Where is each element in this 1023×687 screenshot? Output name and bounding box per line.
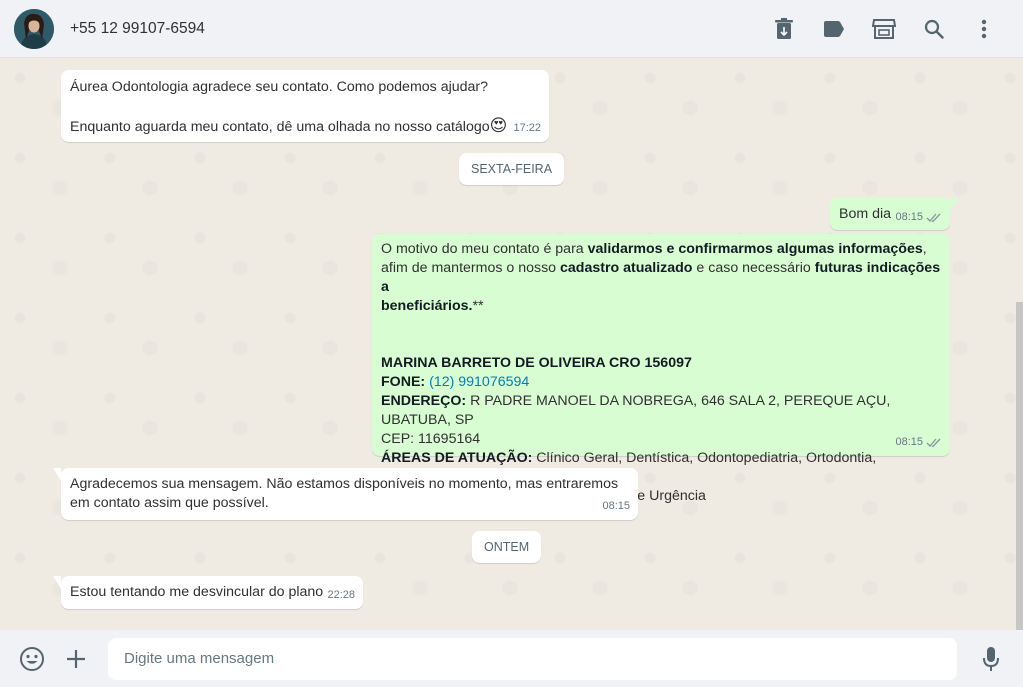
areas-label: ÁREAS DE ATUAÇÃO: — [381, 450, 533, 466]
message-text-line: Enquanto aguarda meu contato, dê uma olh… — [70, 119, 490, 135]
bubble-tail — [53, 468, 61, 481]
message-time: 22:28 — [327, 586, 355, 605]
delete-chat-button[interactable] — [759, 9, 809, 49]
text-run: afim de mantermos o nosso — [381, 260, 560, 276]
microphone-icon — [983, 646, 999, 671]
time-label: 08:15 — [895, 436, 923, 448]
message-time: 08:15 — [895, 433, 942, 452]
double-check-icon — [926, 438, 941, 447]
emoji-button[interactable] — [10, 637, 54, 681]
label-chat-button[interactable] — [809, 9, 859, 49]
chat-scrollbar[interactable] — [1016, 58, 1023, 630]
text-run-bold: beneficiários. — [381, 298, 473, 314]
attach-button[interactable] — [54, 637, 98, 681]
date-separator: ONTEM — [472, 531, 542, 563]
text-run: e caso necessário — [692, 260, 815, 276]
voice-message-button[interactable] — [969, 637, 1013, 681]
message-text: Estou tentando me desvincular do plano — [70, 584, 324, 600]
message-text: Agradecemos sua mensagem. Não estamos di… — [70, 476, 619, 492]
phone-label: FONE: — [381, 374, 426, 390]
text-run: O motivo do meu contato é para — [381, 241, 588, 257]
chat-header: +55 12 99107-6594 — [0, 0, 1023, 58]
text-run-bold: cadastro atualizado — [560, 260, 693, 276]
message-outgoing[interactable]: O motivo do meu contato é para validarmo… — [372, 234, 950, 504]
message-incoming[interactable]: Áurea Odontologia agradece seu contato. … — [61, 70, 549, 142]
bubble-tail — [53, 576, 61, 589]
message-text: ENDEREÇO: R PADRE MANOEL DA NOBREGA, 646… — [381, 392, 941, 430]
message-list[interactable]: Áurea Odontologia agradece seu contato. … — [0, 58, 1023, 630]
contact-avatar[interactable] — [14, 8, 54, 49]
text-run: , — [922, 241, 927, 257]
contact-name[interactable]: +55 12 99107-6594 — [70, 20, 205, 38]
search-icon — [924, 19, 944, 39]
catalog-store-icon — [872, 18, 896, 39]
catalog-button[interactable] — [859, 9, 909, 49]
date-label: SEXTA-FEIRA — [471, 162, 553, 176]
message-text: afim de mantermos o nosso cadastro atual… — [381, 259, 941, 297]
address-label: ENDEREÇO: — [381, 393, 467, 409]
label-icon — [824, 20, 844, 37]
text-run: ** — [472, 298, 484, 314]
message-text: MARINA BARRETO DE OLIVEIRA CRO 156097 — [381, 354, 941, 373]
scrollbar-thumb[interactable] — [1016, 302, 1023, 630]
bubble-tail — [950, 198, 958, 211]
message-outgoing[interactable]: Bom dia 08:15 — [830, 198, 958, 230]
message-input[interactable] — [124, 650, 941, 667]
date-separator: SEXTA-FEIRA — [459, 153, 565, 185]
menu-icon — [981, 19, 987, 38]
search-button[interactable] — [909, 9, 959, 49]
message-time: 17:22 — [513, 119, 541, 138]
message-incoming[interactable]: Estou tentando me desvincular do plano 2… — [53, 576, 363, 609]
message-text: beneficiários.** — [381, 297, 941, 316]
message-incoming[interactable]: Agradecemos sua mensagem. Não estamos di… — [53, 468, 638, 520]
message-input-wrapper — [108, 637, 957, 680]
phone-link[interactable]: (12) 991076594 — [429, 374, 529, 390]
time-label: 08:15 — [895, 211, 923, 223]
message-time: 08:15 — [895, 208, 942, 227]
text-run-bold: validarmos e confirmarmos algumas inform… — [587, 241, 923, 257]
message-text: FONE: (12) 991076594 — [381, 373, 941, 392]
emoji-icon — [20, 646, 44, 671]
menu-button[interactable] — [959, 9, 1009, 49]
time-label: 08:15 — [602, 500, 630, 512]
message-time: 08:15 — [602, 497, 630, 516]
archive-delete-icon — [775, 17, 793, 39]
message-text: em contato assim que possível. — [70, 495, 269, 511]
dentist-name: MARINA BARRETO DE OLIVEIRA CRO 156097 — [381, 355, 692, 371]
time-label: 17:22 — [513, 122, 541, 134]
header-actions — [759, 9, 1009, 49]
message-text: CEP: 11695164 — [381, 431, 481, 447]
composer — [0, 630, 1023, 687]
message-text: O motivo do meu contato é para validarmo… — [381, 240, 941, 259]
plus-icon — [67, 649, 85, 668]
heart-eyes-emoji-icon: 😍 — [489, 116, 508, 135]
time-label: 22:28 — [327, 589, 355, 601]
message-text: Áurea Odontologia agradece seu contato. … — [70, 79, 489, 95]
date-label: ONTEM — [484, 540, 530, 554]
double-check-icon — [926, 213, 941, 222]
message-text: Enquanto aguarda meu contato, dê uma olh… — [70, 116, 540, 137]
